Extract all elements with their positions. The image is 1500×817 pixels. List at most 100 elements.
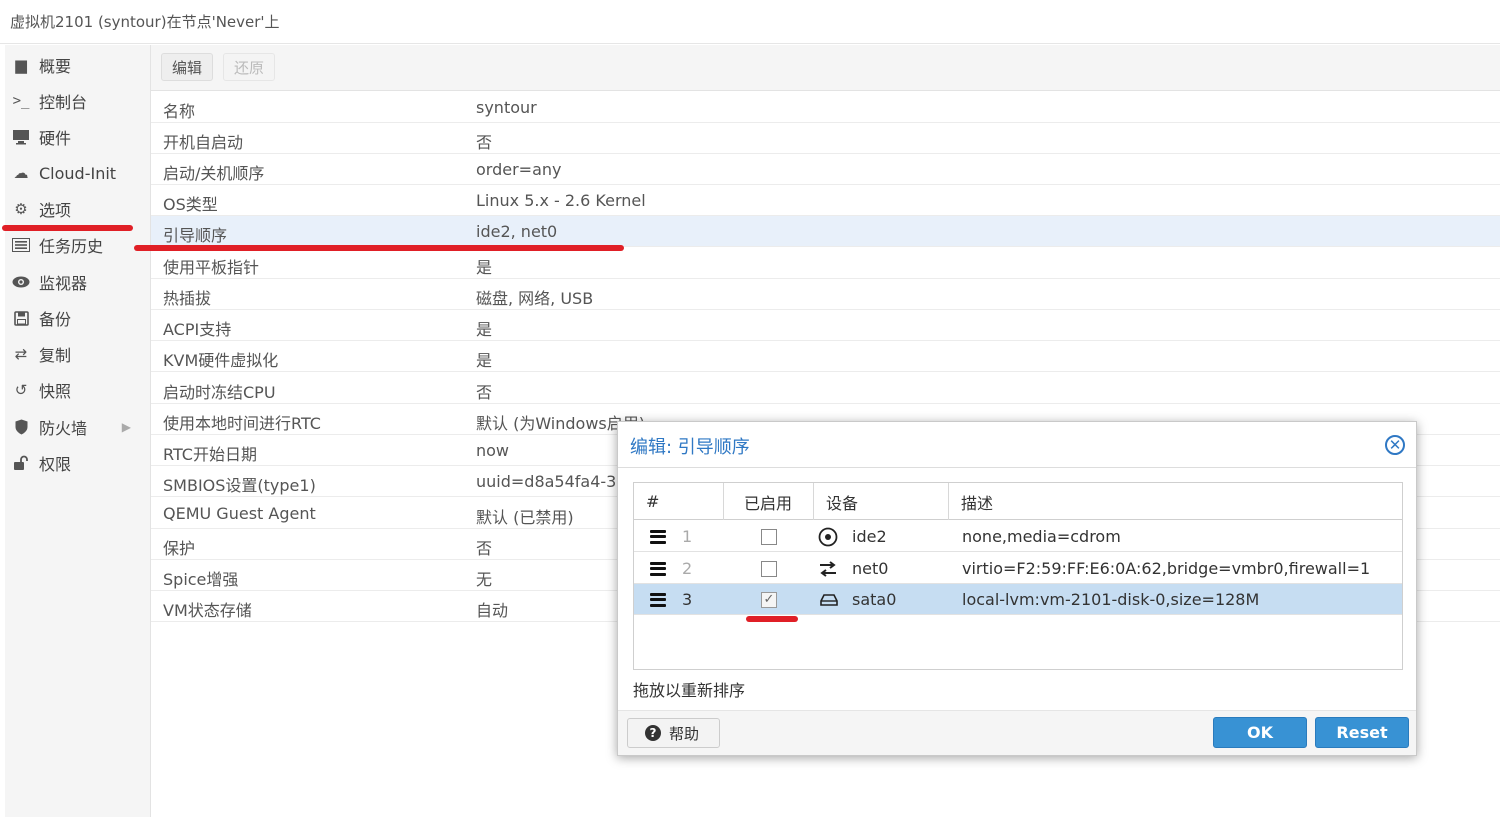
- sidebar-item-label: 监视器: [39, 274, 88, 293]
- column-header-order[interactable]: #: [634, 483, 724, 520]
- sidebar-item-label: 选项: [39, 201, 72, 220]
- option-key: OS类型: [163, 195, 218, 214]
- row-description: local-lvm:vm-2101-disk-0,size=128M: [962, 590, 1260, 609]
- help-button[interactable]: ? 帮助: [627, 718, 720, 748]
- close-icon[interactable]: ✕: [1385, 435, 1405, 455]
- floppy-icon: [11, 308, 31, 328]
- option-value: 否: [476, 383, 493, 402]
- sidebar-item-label: 权限: [39, 455, 72, 474]
- sidebar-item-label: 复制: [39, 346, 72, 365]
- sidebar-item-cloud-init[interactable]: ☁ Cloud-Init: [5, 155, 151, 191]
- terminal-icon: >_: [12, 93, 30, 109]
- hdd-icon: [820, 584, 838, 615]
- row-order: 1: [682, 527, 693, 546]
- sidebar-item-monitor[interactable]: 监视器: [5, 264, 151, 300]
- dialog-header: 编辑: 引导顺序 ✕: [618, 422, 1416, 468]
- sidebar-item-label: 防火墙: [39, 419, 88, 438]
- option-key: SMBIOS设置(type1): [163, 476, 316, 495]
- option-row[interactable]: 启动时冻结CPU 否: [151, 373, 1500, 404]
- column-header-description[interactable]: 描述: [949, 483, 1402, 520]
- shield-icon: [11, 417, 31, 437]
- option-value: 自动: [476, 601, 509, 620]
- row-device: net0: [852, 559, 889, 578]
- option-key: RTC开始日期: [163, 445, 257, 464]
- exchange-icon: [818, 553, 838, 584]
- disc-icon: [818, 521, 838, 552]
- option-key: 启动/关机顺序: [163, 164, 265, 183]
- sidebar-item-task-history[interactable]: 任务历史: [5, 227, 151, 263]
- column-header-device[interactable]: 设备: [814, 483, 949, 520]
- option-row-selected[interactable]: 引导顺序 ide2, net0: [151, 216, 1500, 247]
- table-row[interactable]: 1 ide2 none,media=cdrom: [634, 521, 1402, 552]
- option-row[interactable]: 热插拔 磁盘, 网络, USB: [151, 279, 1500, 310]
- chevron-right-icon[interactable]: ▶: [122, 420, 131, 434]
- sidebar-item-label: 任务历史: [39, 237, 104, 256]
- option-value: 否: [476, 133, 493, 152]
- option-row[interactable]: ACPI支持 是: [151, 310, 1500, 341]
- option-row[interactable]: KVM硬件虚拟化 是: [151, 341, 1500, 372]
- option-row[interactable]: 启动/关机顺序 order=any: [151, 154, 1500, 185]
- ok-button[interactable]: OK: [1213, 717, 1307, 748]
- option-row[interactable]: OS类型 Linux 5.x - 2.6 Kernel: [151, 185, 1500, 216]
- drag-handle-icon[interactable]: [650, 521, 666, 552]
- option-row[interactable]: 使用平板指针 是: [151, 248, 1500, 279]
- option-key: 保护: [163, 539, 196, 558]
- sidebar-item-replication[interactable]: ⇄ 复制: [5, 336, 151, 372]
- table-row-selected[interactable]: 3 ✓ sata0 local-lvm:vm-2101-disk-0,size=…: [634, 584, 1402, 615]
- option-key: 热插拔: [163, 289, 212, 308]
- option-key: 引导顺序: [163, 226, 228, 245]
- reset-button[interactable]: Reset: [1315, 717, 1409, 748]
- option-key: KVM硬件虚拟化: [163, 351, 279, 370]
- option-value: 否: [476, 539, 493, 558]
- enabled-checkbox[interactable]: [761, 553, 777, 584]
- table-row[interactable]: 2 net0 virtio=F2:59:FF:E6:0A:62,bridge=v…: [634, 553, 1402, 584]
- column-header-enabled[interactable]: 已启用: [724, 483, 814, 520]
- sidebar-item-label: Cloud-Init: [39, 163, 117, 183]
- row-device: sata0: [852, 590, 897, 609]
- option-value: order=any: [476, 160, 562, 179]
- book-icon: ▆: [15, 56, 27, 74]
- toolbar: 编辑 还原: [151, 45, 1500, 91]
- edit-button[interactable]: 编辑: [161, 53, 213, 81]
- drag-handle-icon[interactable]: [650, 553, 666, 584]
- option-value: Linux 5.x - 2.6 Kernel: [476, 191, 646, 210]
- option-value: 默认 (已禁用): [476, 508, 574, 527]
- sidebar-item-console[interactable]: >_ 控制台: [5, 83, 151, 119]
- option-value: 无: [476, 570, 493, 589]
- cloud-icon: ☁: [13, 164, 29, 182]
- enabled-checkbox[interactable]: ✓: [761, 584, 777, 615]
- monitor-icon: [11, 127, 31, 147]
- option-value: 磁盘, 网络, USB: [476, 289, 594, 308]
- option-row[interactable]: 名称 syntour: [151, 92, 1500, 123]
- annotation-underline-boot-order: [134, 245, 624, 251]
- enabled-checkbox[interactable]: [761, 521, 777, 552]
- history-icon: ↺: [14, 381, 28, 399]
- option-value: 是: [476, 320, 493, 339]
- option-row[interactable]: 开机自启动 否: [151, 123, 1500, 154]
- option-key: ACPI支持: [163, 320, 232, 339]
- sidebar-item-backup[interactable]: 备份: [5, 300, 151, 336]
- row-description: none,media=cdrom: [962, 527, 1121, 546]
- annotation-underline-options: [2, 225, 133, 231]
- sidebar-item-hardware[interactable]: 硬件: [5, 119, 151, 155]
- option-value: now: [476, 441, 510, 460]
- sidebar-item-firewall[interactable]: 防火墙 ▶: [5, 409, 151, 445]
- table-header: # 已启用 设备 描述: [634, 483, 1402, 520]
- sidebar-item-summary[interactable]: ▆ 概要: [5, 47, 151, 83]
- sidebar-item-snapshots[interactable]: ↺ 快照: [5, 372, 151, 408]
- option-value: 是: [476, 258, 493, 277]
- option-value: 是: [476, 351, 493, 370]
- option-value: uuid=d8a54fa4-32a: [476, 472, 637, 491]
- drag-hint: 拖放以重新排序: [633, 681, 746, 700]
- row-description: virtio=F2:59:FF:E6:0A:62,bridge=vmbr0,fi…: [962, 559, 1371, 578]
- sidebar-item-label: 概要: [39, 57, 72, 76]
- gear-icon: ⚙: [14, 200, 28, 218]
- help-label: 帮助: [669, 724, 700, 743]
- dialog-footer: ? 帮助 OK Reset: [618, 710, 1416, 755]
- sidebar-item-label: 控制台: [39, 93, 88, 112]
- drag-handle-icon[interactable]: [650, 584, 666, 615]
- sidebar-item-permissions[interactable]: 权限: [5, 445, 151, 481]
- sidebar-item-options[interactable]: ⚙ 选项: [5, 191, 151, 227]
- revert-button[interactable]: 还原: [223, 53, 275, 81]
- question-icon: ?: [645, 725, 661, 741]
